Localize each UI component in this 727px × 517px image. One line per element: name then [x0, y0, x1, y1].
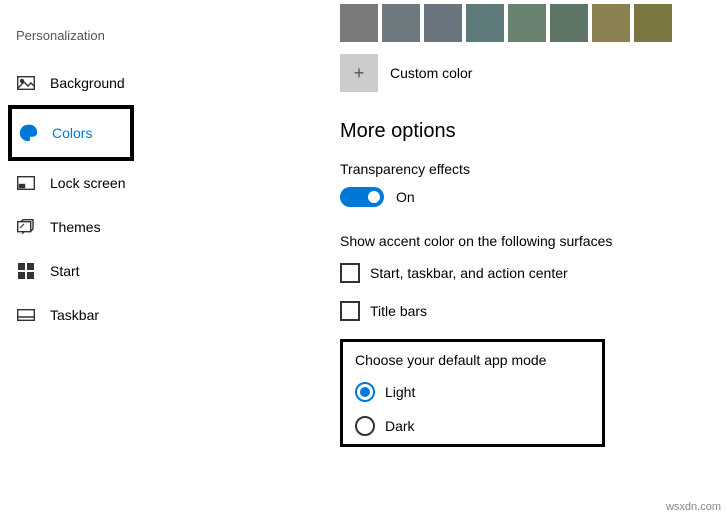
sidebar-item-label: Themes — [50, 219, 101, 235]
custom-color-button[interactable]: + — [340, 54, 378, 92]
sidebar-item-label: Colors — [52, 125, 92, 141]
app-mode-label: Choose your default app mode — [355, 352, 590, 368]
sidebar-item-label: Lock screen — [50, 175, 125, 191]
radio-light[interactable]: Light — [355, 382, 590, 402]
color-swatch[interactable] — [382, 4, 420, 42]
radio-label: Dark — [385, 418, 415, 434]
main-content: + Custom color More options Transparency… — [280, 0, 727, 447]
accent-surfaces-label: Show accent color on the following surfa… — [340, 233, 727, 249]
sidebar-item-colors[interactable]: Colors — [14, 111, 128, 155]
toggle-knob — [368, 191, 380, 203]
color-swatch[interactable] — [634, 4, 672, 42]
plus-icon: + — [354, 63, 365, 84]
radio-icon — [355, 416, 375, 436]
start-icon — [16, 261, 36, 281]
color-grid-row2 — [340, 4, 727, 42]
checkbox-icon — [340, 263, 360, 283]
sidebar-item-background[interactable]: Background — [12, 61, 280, 105]
transparency-toggle-row: On — [340, 187, 727, 207]
sidebar-title: Personalization — [12, 28, 280, 43]
color-swatch[interactable] — [508, 4, 546, 42]
picture-icon — [16, 73, 36, 93]
color-swatch[interactable] — [340, 4, 378, 42]
more-options-title: More options — [340, 120, 727, 143]
sidebar-item-start[interactable]: Start — [12, 249, 280, 293]
taskbar-icon — [16, 305, 36, 325]
color-swatch[interactable] — [466, 4, 504, 42]
custom-color-row: + Custom color — [340, 54, 727, 92]
color-swatch[interactable] — [424, 4, 462, 42]
transparency-state: On — [396, 189, 415, 205]
checkbox-label: Title bars — [370, 303, 427, 319]
radio-icon — [355, 382, 375, 402]
checkbox-label: Start, taskbar, and action center — [370, 265, 568, 281]
watermark: wsxdn.com — [666, 501, 721, 513]
sidebar-item-label: Start — [50, 263, 80, 279]
color-swatch[interactable] — [592, 4, 630, 42]
lockscreen-icon — [16, 173, 36, 193]
color-swatch[interactable] — [550, 4, 588, 42]
custom-color-label: Custom color — [390, 65, 472, 81]
radio-label: Light — [385, 384, 415, 400]
highlight-colors: Colors — [8, 105, 134, 161]
sidebar-item-taskbar[interactable]: Taskbar — [12, 293, 280, 337]
sidebar-item-lockscreen[interactable]: Lock screen — [12, 161, 280, 205]
radio-dark[interactable]: Dark — [355, 416, 590, 436]
palette-icon — [18, 123, 38, 143]
checkbox-start-taskbar[interactable]: Start, taskbar, and action center — [340, 263, 727, 283]
transparency-toggle[interactable] — [340, 187, 384, 207]
sidebar-item-label: Background — [50, 75, 125, 91]
sidebar: Personalization Background Colors Lock s… — [0, 0, 280, 447]
checkbox-icon — [340, 301, 360, 321]
checkbox-titlebars[interactable]: Title bars — [340, 301, 727, 321]
highlight-app-mode: Choose your default app mode Light Dark — [340, 339, 605, 447]
sidebar-item-label: Taskbar — [50, 307, 99, 323]
transparency-label: Transparency effects — [340, 161, 727, 177]
sidebar-item-themes[interactable]: Themes — [12, 205, 280, 249]
themes-icon — [16, 217, 36, 237]
